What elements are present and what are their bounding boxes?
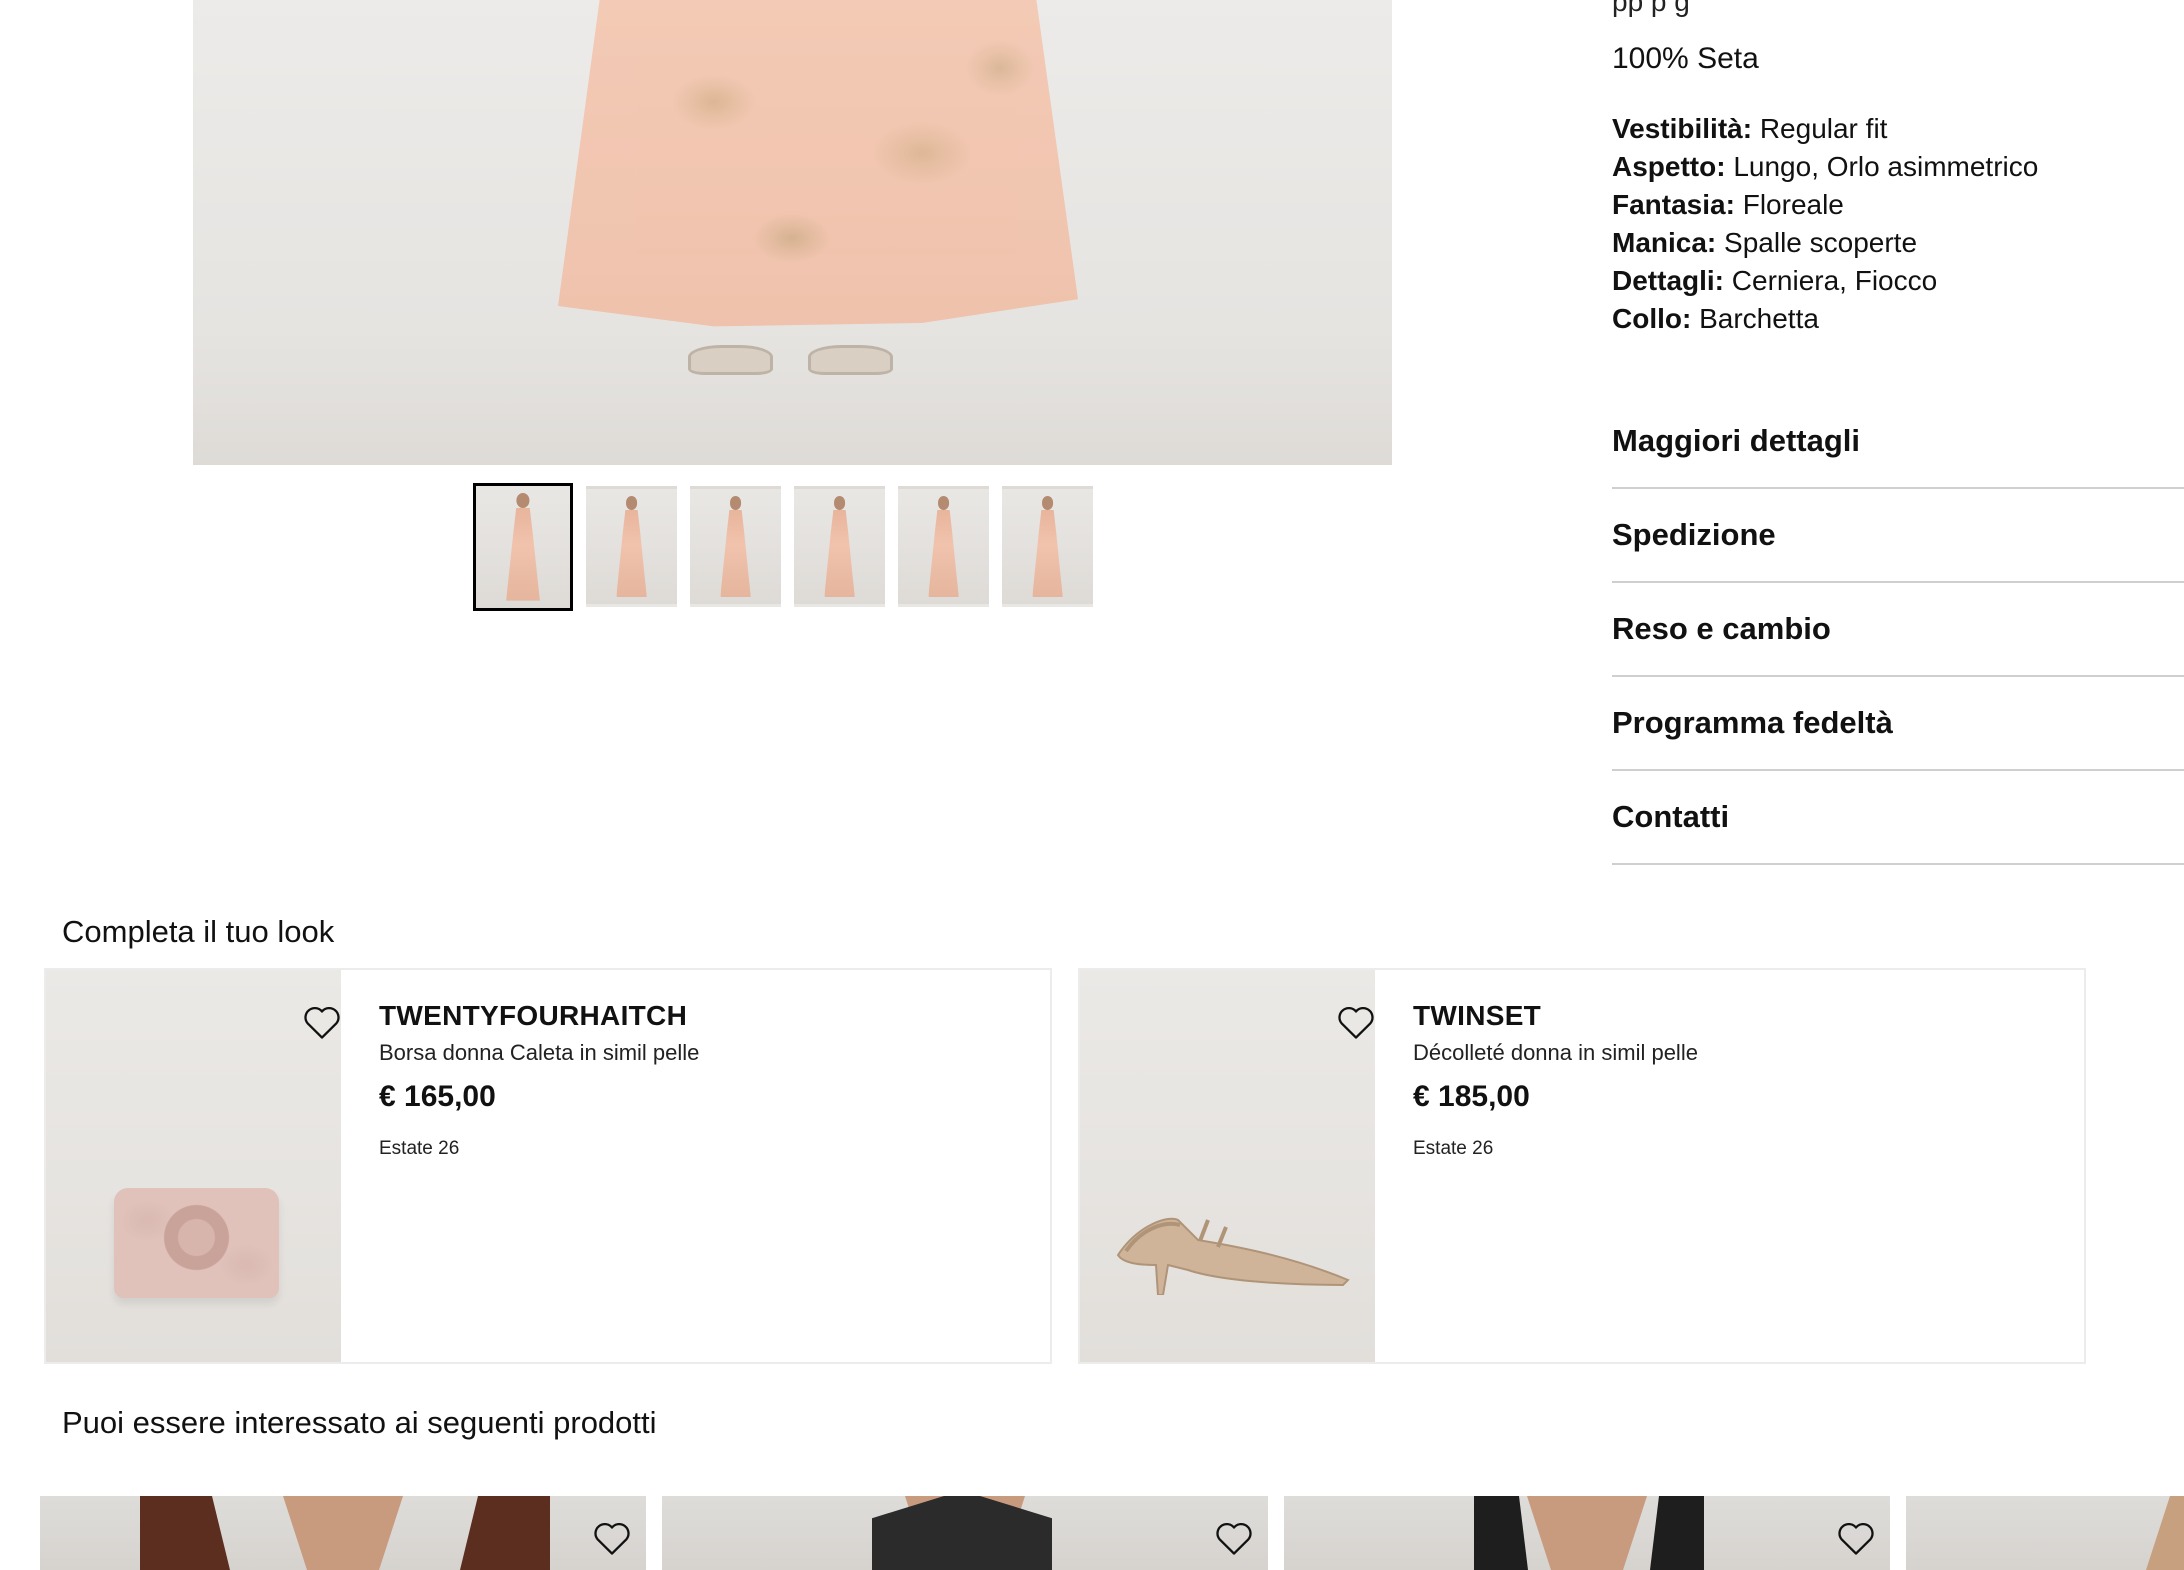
clutch-bag-image (114, 1188, 279, 1298)
product-specs: Vestibilità: Regular fit Aspetto: Lungo,… (1612, 110, 2038, 338)
heart-icon[interactable] (1334, 1000, 1378, 1044)
spec-appearance: Aspetto: Lungo, Orlo asimmetrico (1612, 151, 2039, 182)
spec-fit: Vestibilità: Regular fit (1612, 113, 1888, 144)
product-season: Estate 26 (379, 1138, 460, 1159)
product-image-bag[interactable] (46, 970, 341, 1362)
thumbnail-strip (473, 483, 1093, 611)
composition-text: 100% Seta (1612, 42, 1759, 75)
spec-sleeve: Manica: Spalle scoperte (1612, 227, 1918, 258)
spec-neckline: Collo: Barchetta (1612, 303, 1819, 334)
spec-pattern: Fantasia: Floreale (1612, 189, 1844, 220)
thumbnail-1[interactable] (473, 483, 573, 611)
product-price: € 165,00 (379, 1080, 496, 1113)
heart-icon[interactable] (1834, 1516, 1878, 1560)
heart-icon[interactable] (300, 1000, 344, 1044)
recommended-title: Puoi essere interessato ai seguenti prod… (62, 1405, 657, 1440)
accordion-contacts[interactable]: Contatti (1612, 771, 2184, 865)
heart-icon[interactable] (590, 1516, 634, 1560)
product-description[interactable]: Borsa donna Caleta in simil pelle (379, 1040, 699, 1066)
product-main-image[interactable] (193, 0, 1392, 465)
thumbnail-3[interactable] (690, 486, 781, 607)
recommended-card-1[interactable] (40, 1496, 646, 1570)
info-accordion: Maggiori dettagli Spedizione Reso e camb… (1612, 395, 2184, 865)
dress-image (558, 0, 1078, 327)
thumbnail-2[interactable] (586, 486, 677, 607)
heart-icon[interactable] (1212, 1516, 1256, 1560)
product-brand[interactable]: TWINSET (1413, 1000, 1541, 1032)
complete-look-title: Completa il tuo look (62, 914, 335, 949)
product-price: € 185,00 (1413, 1080, 1530, 1113)
product-season: Estate 26 (1413, 1138, 1494, 1159)
look-card-shoe[interactable]: TWINSET Décolleté donna in simil pelle €… (1078, 968, 2086, 1364)
spec-details: Dettagli: Cerniera, Fiocco (1612, 265, 1938, 296)
description-partial-line: pp p g (1612, 0, 1690, 17)
recommended-card-2[interactable] (662, 1496, 1268, 1570)
accordion-returns[interactable]: Reso e cambio (1612, 583, 2184, 677)
accordion-loyalty[interactable]: Programma fedeltà (1612, 677, 2184, 771)
look-card-bag[interactable]: TWENTYFOURHAITCH Borsa donna Caleta in s… (44, 968, 1052, 1364)
product-description[interactable]: Décolleté donna in simil pelle (1413, 1040, 1698, 1066)
thumbnail-4[interactable] (794, 486, 885, 607)
sandal-left-image (688, 345, 773, 375)
accordion-more-details[interactable]: Maggiori dettagli (1612, 395, 2184, 489)
sandal-right-image (808, 345, 893, 375)
thumbnail-6[interactable] (1002, 486, 1093, 607)
product-brand[interactable]: TWENTYFOURHAITCH (379, 1000, 687, 1032)
recommended-card-4[interactable] (1906, 1496, 2184, 1570)
slingback-pump-image (1116, 1217, 1350, 1295)
recommended-card-3[interactable] (1284, 1496, 1890, 1570)
thumbnail-5[interactable] (898, 486, 989, 607)
accordion-shipping[interactable]: Spedizione (1612, 489, 2184, 583)
product-image-shoe[interactable] (1080, 970, 1375, 1362)
